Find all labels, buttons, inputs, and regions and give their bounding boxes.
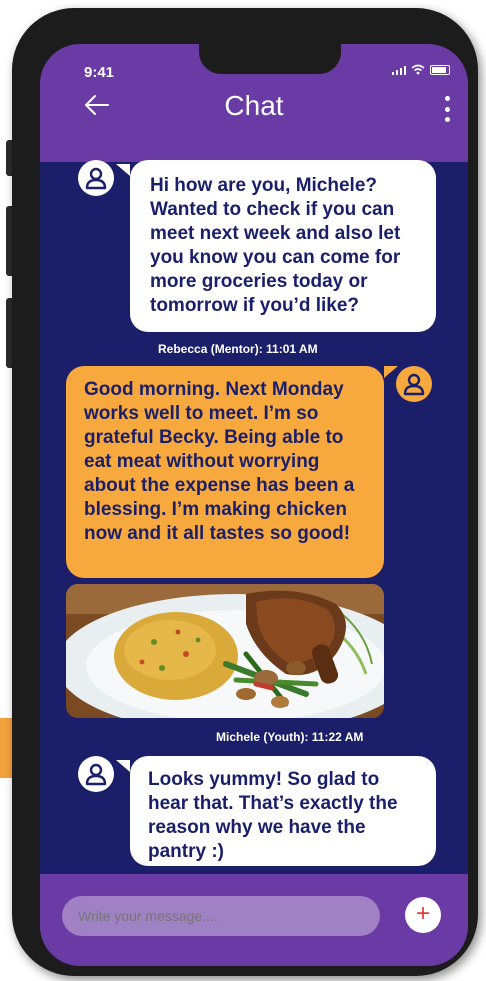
message-input[interactable] bbox=[62, 896, 380, 936]
send-button[interactable]: + bbox=[405, 897, 441, 933]
user-icon bbox=[403, 373, 425, 396]
message-bubble-mentor: Hi how are you, Michele? Wanted to check… bbox=[130, 160, 436, 332]
avatar bbox=[78, 756, 114, 792]
bubble-tail bbox=[384, 366, 398, 378]
wifi-icon bbox=[411, 64, 425, 75]
message-meta: Michele (Youth): 11:22 AM bbox=[216, 730, 364, 744]
battery-icon bbox=[430, 64, 450, 75]
phone-frame: 9:41 Chat Hi how are you, Michele? Wante… bbox=[12, 8, 478, 976]
page-title: Chat bbox=[224, 90, 284, 121]
food-photo-image bbox=[66, 584, 384, 718]
phone-notch bbox=[199, 44, 341, 74]
user-icon bbox=[85, 167, 107, 190]
avatar bbox=[78, 160, 114, 196]
food-photo[interactable] bbox=[66, 584, 384, 718]
bubble-tail bbox=[116, 760, 130, 772]
message-composer: + bbox=[40, 874, 468, 966]
bubble-tail bbox=[116, 164, 130, 176]
message-meta: Rebecca (Mentor): 11:01 AM bbox=[158, 342, 318, 356]
more-options-icon[interactable] bbox=[444, 96, 450, 122]
message-bubble-mentor: Looks yummy! So glad to hear that. That’… bbox=[130, 756, 436, 866]
chat-screen: 9:41 Chat Hi how are you, Michele? Wante… bbox=[40, 44, 468, 966]
message-bubble-youth: Good morning. Next Monday works well to … bbox=[66, 366, 384, 578]
status-icons bbox=[392, 64, 450, 75]
signal-icon bbox=[392, 65, 406, 75]
status-time: 9:41 bbox=[84, 64, 115, 81]
avatar bbox=[396, 366, 432, 402]
user-icon bbox=[85, 763, 107, 786]
